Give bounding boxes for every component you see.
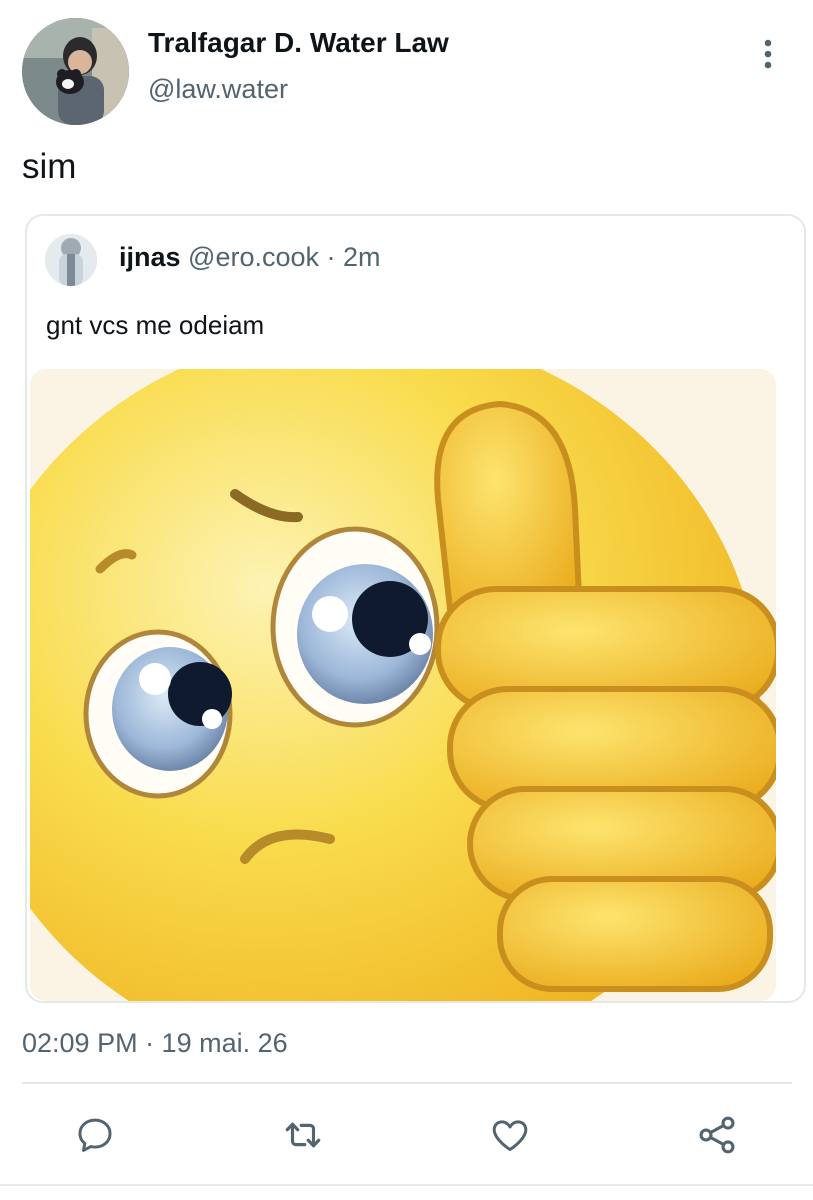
quoted-author-avatar[interactable] [45,234,97,286]
quoted-tweet-card[interactable]: ijnas @ero.cook · 2m gnt vcs me odeiam [25,214,806,1003]
quoted-handle[interactable]: @ero.cook [188,242,319,272]
more-vertical-icon [764,39,772,69]
quoted-header: ijnas @ero.cook · 2m [119,242,381,273]
quoted-text: gnt vcs me odeiam [46,310,265,340]
comment-icon [78,1118,112,1152]
quoted-media-image[interactable] [30,369,776,1001]
share-icon [699,1116,735,1154]
quoted-separator: · [319,242,344,272]
heart-icon [492,1120,528,1152]
profile-photo-icon [22,18,129,125]
repost-icon [285,1122,321,1148]
tweet-timestamp[interactable]: 02:09 PM · 19 mai. 26 [22,1028,288,1059]
like-button[interactable] [487,1112,533,1158]
quoted-age: 2m [343,242,381,272]
author-handle[interactable]: @law.water [148,74,288,105]
author-display-name[interactable]: Tralfagar D. Water Law [148,27,449,59]
author-avatar[interactable] [22,18,129,125]
more-options-button[interactable] [752,36,784,72]
retweet-button[interactable] [280,1112,326,1158]
share-button[interactable] [694,1112,740,1158]
sad-thumbs-up-emoji-icon [30,369,776,1001]
divider [22,1082,792,1084]
tweet-text: sim [22,147,77,186]
bottom-divider [0,1184,813,1186]
profile-photo-icon [45,234,97,286]
quoted-display-name[interactable]: ijnas [119,242,181,272]
reply-button[interactable] [72,1112,118,1158]
